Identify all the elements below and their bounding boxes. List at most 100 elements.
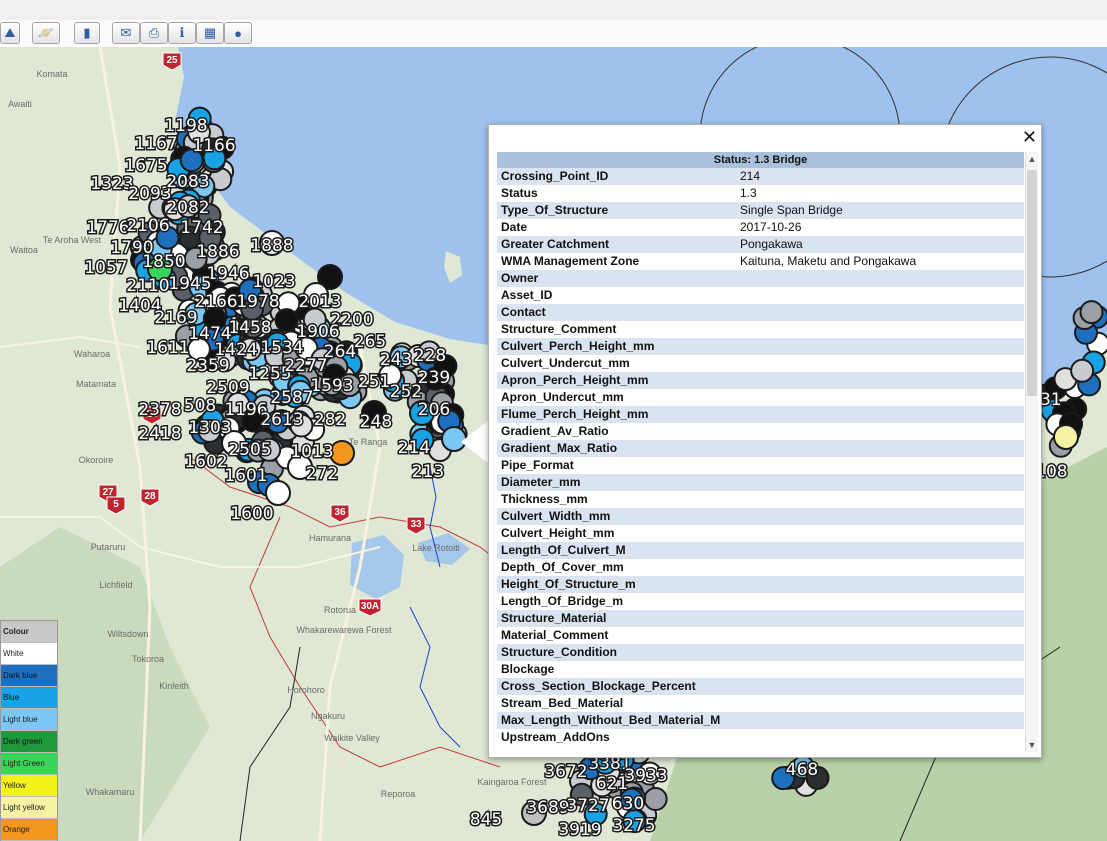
point-label: 3933: [624, 766, 667, 786]
email-button[interactable]: ✉: [112, 22, 140, 44]
place-label: Whakamaru: [86, 787, 135, 797]
window-top-strip: [0, 0, 1107, 21]
point-label: 1776: [86, 218, 129, 238]
close-icon[interactable]: ✕: [1022, 127, 1037, 147]
print-button[interactable]: ⎙: [140, 22, 168, 44]
scroll-up-icon[interactable]: ▲: [1026, 152, 1038, 166]
point-label: 1057: [84, 258, 127, 278]
attribute-value: [740, 491, 1024, 508]
attribute-value: [740, 525, 1024, 542]
point-label: 251: [358, 372, 390, 392]
point-label: 621: [596, 774, 628, 794]
attribute-value: [740, 372, 1024, 389]
picture-icon: ▦: [203, 25, 217, 40]
place-label: Kinleith: [159, 681, 189, 691]
attribute-value: [740, 508, 1024, 525]
attribute-key: Height_Of_Structure_m: [501, 577, 636, 591]
mail-icon: ✉: [120, 25, 132, 40]
point-label: 2082: [166, 198, 209, 218]
attribute-value: [740, 287, 1024, 304]
attribute-value: 214: [740, 169, 761, 183]
point-label: 1978: [236, 292, 279, 312]
legend-header: Colour: [1, 621, 57, 643]
attribute-value: [740, 576, 1024, 593]
attribute-value: [740, 729, 1024, 746]
attribute-row: Max_Length_Without_Bed_Material_M: [497, 712, 1024, 729]
planet-button[interactable]: 🪐: [32, 22, 60, 44]
attribute-value: [740, 440, 1024, 457]
point-label: 630: [612, 794, 644, 814]
attribute-row: Upstream_AddOns: [497, 729, 1024, 746]
point-label: 1023: [252, 272, 295, 292]
scroll-thumb[interactable]: [1027, 170, 1037, 396]
attribute-row: Apron_Perch_Height_mm: [497, 372, 1024, 389]
point-label: 1600: [230, 504, 273, 524]
place-label: Awaiti: [8, 99, 32, 109]
place-label: Waharoa: [74, 349, 110, 359]
attribute-key: Culvert_Perch_Height_mm: [501, 339, 655, 353]
globe-icon: ●: [234, 25, 242, 41]
map-point-marker: [1070, 358, 1095, 383]
legend-item: Light yellow: [1, 797, 57, 819]
attribute-key: Owner: [501, 271, 539, 285]
point-label: 1323: [90, 174, 133, 194]
point-label: 239: [418, 368, 450, 388]
place-label: Horohoro: [287, 685, 325, 695]
place-label: Kaingaroa Forest: [477, 777, 547, 787]
point-label: 2277: [284, 356, 327, 376]
point-label: 2613: [260, 410, 303, 430]
point-label: 1742: [180, 218, 223, 238]
attribute-row: Pipe_Format: [497, 457, 1024, 474]
place-label: Komata: [36, 69, 67, 79]
attribute-row: Length_Of_Culvert_M: [497, 542, 1024, 559]
point-label: 2110: [126, 276, 169, 296]
attribute-key: Asset_ID: [501, 288, 553, 302]
attribute-value: [740, 593, 1024, 610]
scroll-down-icon[interactable]: ▼: [1026, 738, 1038, 752]
point-label: 1593: [310, 376, 353, 396]
highway-number: 5: [113, 499, 119, 510]
globe-button[interactable]: ●: [224, 22, 252, 44]
point-label: 3727: [566, 796, 609, 816]
attribute-row: WMA Management Zone Kaituna, Maketu and P…: [497, 253, 1024, 270]
point-label: 213: [412, 462, 444, 482]
info-icon: ℹ: [179, 25, 185, 40]
map-view-button[interactable]: ⛰: [0, 22, 20, 44]
highway-number: 25: [166, 55, 178, 66]
place-label: Waitoa: [10, 245, 38, 255]
attribute-row: Culvert_Perch_Height_mm: [497, 338, 1024, 355]
popup-title: Status: 1.3 Bridge: [497, 152, 1024, 168]
point-label: 282: [314, 410, 346, 430]
attribute-value: [740, 423, 1024, 440]
layers-button[interactable]: ▮: [74, 22, 100, 44]
attribute-row: Stream_Bed_Material: [497, 695, 1024, 712]
point-label: 2083: [166, 172, 209, 192]
legend-item: Light Green: [1, 753, 57, 775]
point-label: 3275: [612, 816, 655, 836]
identify-button[interactable]: ℹ: [168, 22, 196, 44]
point-label: 845: [470, 810, 502, 830]
map-point-marker: [1053, 424, 1079, 450]
attribute-table: Status: 1.3 Bridge Crossing_Point_ID 214 S…: [497, 152, 1024, 746]
attribute-key: Apron_Perch_Height_mm: [501, 373, 649, 387]
attribute-row: Length_Of_Bridge_m: [497, 593, 1024, 610]
attribute-key: Contact: [501, 305, 546, 319]
place-label: Waikite Valley: [324, 733, 380, 743]
highway-number: 27: [102, 487, 114, 498]
legend-item: Blue: [1, 687, 57, 709]
attribute-value: [740, 457, 1024, 474]
attribute-row: Structure_Comment: [497, 321, 1024, 338]
attribute-row: Crossing_Point_ID 214: [497, 168, 1024, 185]
point-label: 2418: [138, 424, 181, 444]
image-button[interactable]: ▦: [196, 22, 224, 44]
point-label: 2378: [138, 400, 181, 420]
attribute-value: [740, 389, 1024, 406]
point-label: 1611: [146, 338, 189, 358]
point-label: 1303: [188, 418, 231, 438]
popup-scrollbar[interactable]: ▲ ▼: [1025, 152, 1038, 752]
attribute-key: Depth_Of_Cover_mm: [501, 560, 624, 574]
attribute-value: [740, 321, 1024, 338]
attribute-value: Kaituna, Maketu and Pongakawa: [740, 254, 917, 268]
attribute-value: 1.3: [740, 186, 757, 200]
attribute-row: Asset_ID: [497, 287, 1024, 304]
